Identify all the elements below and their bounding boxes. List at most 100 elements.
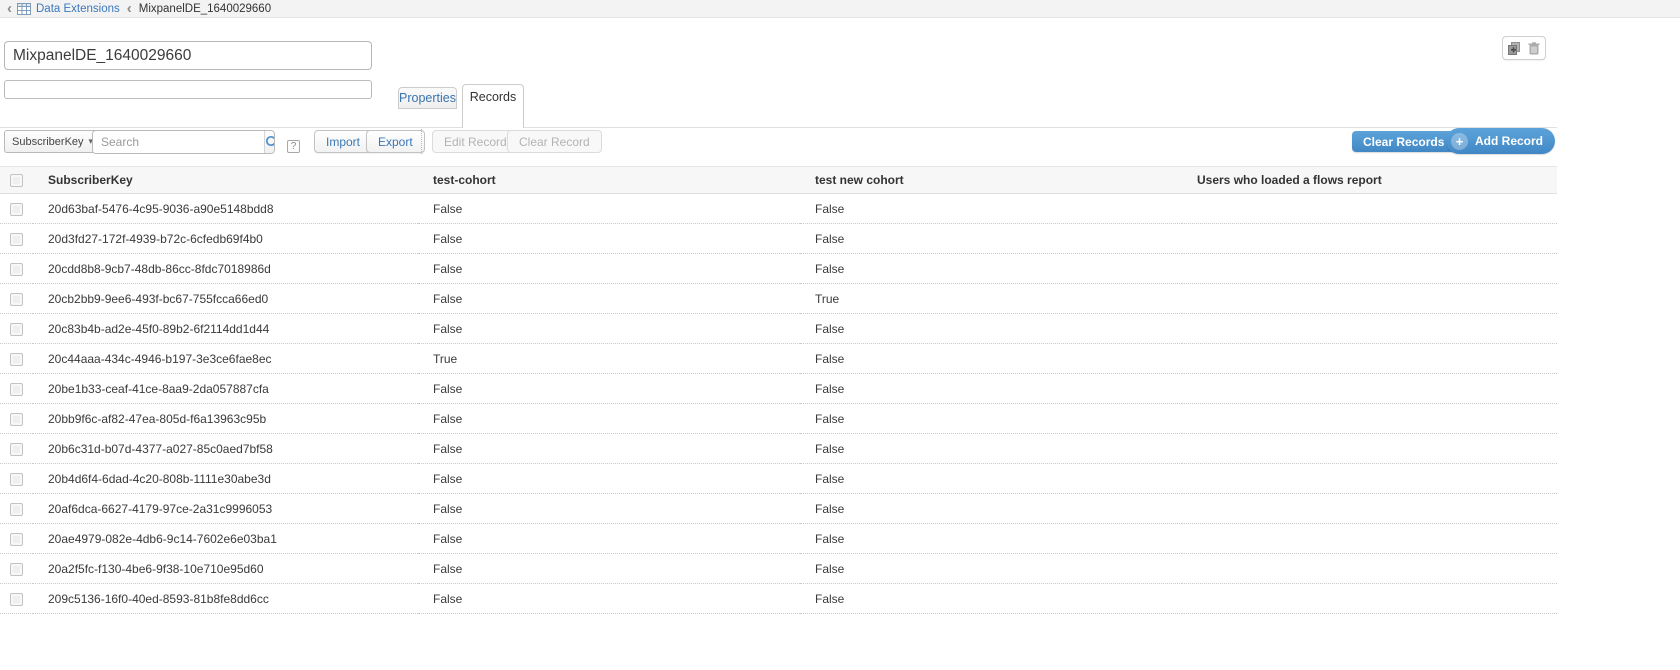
cell-test-cohort: False	[418, 224, 800, 254]
table-row: 20a2f5fc-f130-4be6-9f38-10e710e95d60Fals…	[0, 554, 1557, 584]
cell-subscriber-key: 20cb2bb9-9ee6-493f-bc67-755fcca66ed0	[33, 284, 418, 314]
cell-flows-report	[1182, 524, 1557, 554]
tab-records[interactable]: Records	[462, 84, 524, 128]
cell-test-new-cohort: False	[800, 494, 1182, 524]
cell-test-new-cohort: False	[800, 224, 1182, 254]
cell-subscriber-key: 20d3fd27-172f-4939-b72c-6cfedb69f4b0	[33, 224, 418, 254]
cell-test-new-cohort: True	[800, 284, 1182, 314]
cell-subscriber-key: 20c44aaa-434c-4946-b197-3e3ce6fae8ec	[33, 344, 418, 374]
table-row: 20cb2bb9-9ee6-493f-bc67-755fcca66ed0Fals…	[0, 284, 1557, 314]
row-checkbox[interactable]	[10, 473, 23, 486]
extension-name-field[interactable]	[4, 41, 372, 70]
cell-subscriber-key: 209c5136-16f0-40ed-8593-81b8fe8dd6cc	[33, 584, 418, 614]
cell-test-new-cohort: False	[800, 254, 1182, 284]
row-checkbox-cell	[0, 404, 33, 434]
copy-icon[interactable]	[1508, 42, 1521, 55]
cell-test-new-cohort: False	[800, 194, 1182, 224]
search-input[interactable]	[93, 131, 264, 153]
cell-test-new-cohort: False	[800, 434, 1182, 464]
cell-test-cohort: False	[418, 464, 800, 494]
toolbar-divider	[421, 129, 422, 154]
table-header-row: SubscriberKey test-cohort test new cohor…	[0, 167, 1557, 194]
row-checkbox[interactable]	[10, 563, 23, 576]
cell-test-cohort: False	[418, 284, 800, 314]
cell-flows-report	[1182, 434, 1557, 464]
breadcrumb-link-data-extensions[interactable]: Data Extensions	[36, 3, 120, 15]
cell-test-cohort: False	[418, 314, 800, 344]
import-button[interactable]: Import	[314, 130, 372, 153]
search-field-dropdown-value: SubscriberKey	[12, 136, 84, 148]
cell-test-cohort: False	[418, 494, 800, 524]
tab-properties[interactable]: Properties	[398, 87, 457, 109]
cell-subscriber-key: 20ae4979-082e-4db6-9c14-7602e6e03ba1	[33, 524, 418, 554]
row-checkbox[interactable]	[10, 383, 23, 396]
row-checkbox[interactable]	[10, 503, 23, 516]
cell-flows-report	[1182, 404, 1557, 434]
cell-flows-report	[1182, 374, 1557, 404]
row-checkbox[interactable]	[10, 443, 23, 456]
row-checkbox-cell	[0, 524, 33, 554]
extension-description-field[interactable]	[4, 80, 372, 99]
cell-flows-report	[1182, 284, 1557, 314]
cell-subscriber-key: 20a2f5fc-f130-4be6-9f38-10e710e95d60	[33, 554, 418, 584]
row-checkbox[interactable]	[10, 323, 23, 336]
cell-flows-report	[1182, 224, 1557, 254]
extension-actions-group	[1502, 36, 1546, 60]
row-checkbox-cell	[0, 554, 33, 584]
row-checkbox[interactable]	[10, 533, 23, 546]
cell-subscriber-key: 20be1b33-ceaf-41ce-8aa9-2da057887cfa	[33, 374, 418, 404]
cell-subscriber-key: 20b4d6f4-6dad-4c20-808b-1111e30abe3d	[33, 464, 418, 494]
search-field-dropdown[interactable]: SubscriberKey ▾	[4, 130, 101, 153]
help-icon[interactable]: ?	[287, 140, 300, 153]
cell-test-cohort: False	[418, 554, 800, 584]
column-header-flows-report: Users who loaded a flows report	[1182, 167, 1557, 194]
trash-icon[interactable]	[1528, 42, 1540, 55]
cell-test-new-cohort: False	[800, 464, 1182, 494]
row-checkbox-cell	[0, 284, 33, 314]
cell-test-cohort: False	[418, 254, 800, 284]
edit-record-button[interactable]: Edit Record	[432, 130, 519, 153]
export-button[interactable]: Export	[366, 130, 425, 153]
row-checkbox-cell	[0, 374, 33, 404]
row-checkbox-cell	[0, 344, 33, 374]
row-checkbox[interactable]	[10, 203, 23, 216]
search-button[interactable]	[264, 131, 275, 153]
row-checkbox-cell	[0, 584, 33, 614]
row-checkbox[interactable]	[10, 593, 23, 606]
add-record-button[interactable]: + Add Record	[1446, 128, 1555, 154]
select-all-checkbox[interactable]	[10, 174, 23, 187]
row-checkbox-cell	[0, 224, 33, 254]
table-row: 20bb9f6c-af82-47ea-805d-f6a13963c95bFals…	[0, 404, 1557, 434]
clear-records-button[interactable]: Clear Records	[1352, 131, 1455, 152]
cell-flows-report	[1182, 584, 1557, 614]
back-icon[interactable]: ‹	[7, 2, 12, 16]
panel-divider	[0, 127, 1557, 128]
cell-flows-report	[1182, 194, 1557, 224]
cell-test-new-cohort: False	[800, 584, 1182, 614]
row-checkbox[interactable]	[10, 233, 23, 246]
table-row: 20b6c31d-b07d-4377-a027-85c0aed7bf58Fals…	[0, 434, 1557, 464]
table-row: 20af6dca-6627-4179-97ce-2a31c9996053Fals…	[0, 494, 1557, 524]
row-checkbox[interactable]	[10, 263, 23, 276]
cell-test-cohort: False	[418, 524, 800, 554]
cell-flows-report	[1182, 494, 1557, 524]
cell-test-new-cohort: False	[800, 374, 1182, 404]
cell-test-new-cohort: False	[800, 554, 1182, 584]
table-row: 20b4d6f4-6dad-4c20-808b-1111e30abe3dFals…	[0, 464, 1557, 494]
row-checkbox[interactable]	[10, 413, 23, 426]
clear-record-button[interactable]: Clear Record	[507, 130, 602, 153]
records-table: SubscriberKey test-cohort test new cohor…	[0, 166, 1557, 614]
cell-flows-report	[1182, 344, 1557, 374]
add-record-label: Add Record	[1475, 134, 1543, 148]
row-checkbox[interactable]	[10, 293, 23, 306]
breadcrumb: ‹ Data Extensions ‹ MixpanelDE_164002966…	[0, 0, 1680, 18]
search-icon	[265, 135, 275, 150]
cell-subscriber-key: 20cdd8b8-9cb7-48db-86cc-8fdc7018986d	[33, 254, 418, 284]
cell-subscriber-key: 20af6dca-6627-4179-97ce-2a31c9996053	[33, 494, 418, 524]
plus-icon: +	[1451, 133, 1468, 150]
row-checkbox[interactable]	[10, 353, 23, 366]
table-row: 20d63baf-5476-4c95-9036-a90e5148bdd8Fals…	[0, 194, 1557, 224]
table-row: 20d3fd27-172f-4939-b72c-6cfedb69f4b0Fals…	[0, 224, 1557, 254]
cell-test-cohort: False	[418, 404, 800, 434]
breadcrumb-separator-icon: ‹	[127, 2, 132, 16]
